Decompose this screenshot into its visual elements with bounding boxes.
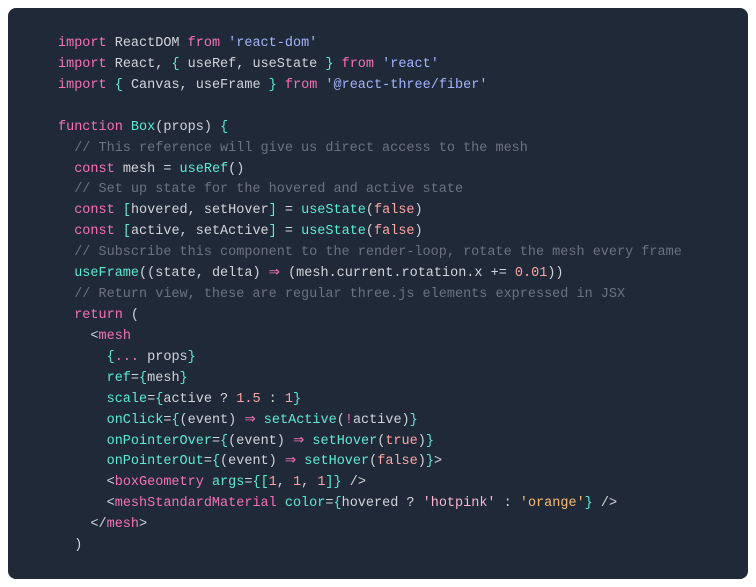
code-line-1: import ReactDOM from 'react-dom' bbox=[58, 34, 698, 55]
code-line-12: useFrame((state, delta) ⇒ (mesh.current.… bbox=[58, 264, 698, 285]
code-line-16: {... props} bbox=[58, 348, 698, 369]
code-block: import ReactDOM from 'react-dom'import R… bbox=[8, 8, 748, 579]
code-line-21: onPointerOut={(event) ⇒ setHover(false)}… bbox=[58, 452, 698, 473]
code-line-7: const mesh = useRef() bbox=[58, 160, 698, 181]
code-line-13: // Return view, these are regular three.… bbox=[58, 285, 698, 306]
code-line-15: <mesh bbox=[58, 327, 698, 348]
code-line-2: import React, { useRef, useState } from … bbox=[58, 55, 698, 76]
code-line-14: return ( bbox=[58, 306, 698, 327]
code-line-6: // This reference will give us direct ac… bbox=[58, 139, 698, 160]
code-line-9: const [hovered, setHover] = useState(fal… bbox=[58, 201, 698, 222]
code-line-10: const [active, setActive] = useState(fal… bbox=[58, 222, 698, 243]
code-line-11: // Subscribe this component to the rende… bbox=[58, 243, 698, 264]
code-line-18: scale={active ? 1.5 : 1} bbox=[58, 390, 698, 411]
code-line-25: ) bbox=[58, 536, 698, 557]
code-line-22: <boxGeometry args={[1, 1, 1]} /> bbox=[58, 473, 698, 494]
code-line-8: // Set up state for the hovered and acti… bbox=[58, 180, 698, 201]
code-line-17: ref={mesh} bbox=[58, 369, 698, 390]
code-line-19: onClick={(event) ⇒ setActive(!active)} bbox=[58, 411, 698, 432]
code-line-23: <meshStandardMaterial color={hovered ? '… bbox=[58, 494, 698, 515]
code-line-24: </mesh> bbox=[58, 515, 698, 536]
code-line-4 bbox=[58, 97, 698, 118]
code-line-20: onPointerOver={(event) ⇒ setHover(true)} bbox=[58, 432, 698, 453]
code-line-3: import { Canvas, useFrame } from '@react… bbox=[58, 76, 698, 97]
code-line-5: function Box(props) { bbox=[58, 118, 698, 139]
